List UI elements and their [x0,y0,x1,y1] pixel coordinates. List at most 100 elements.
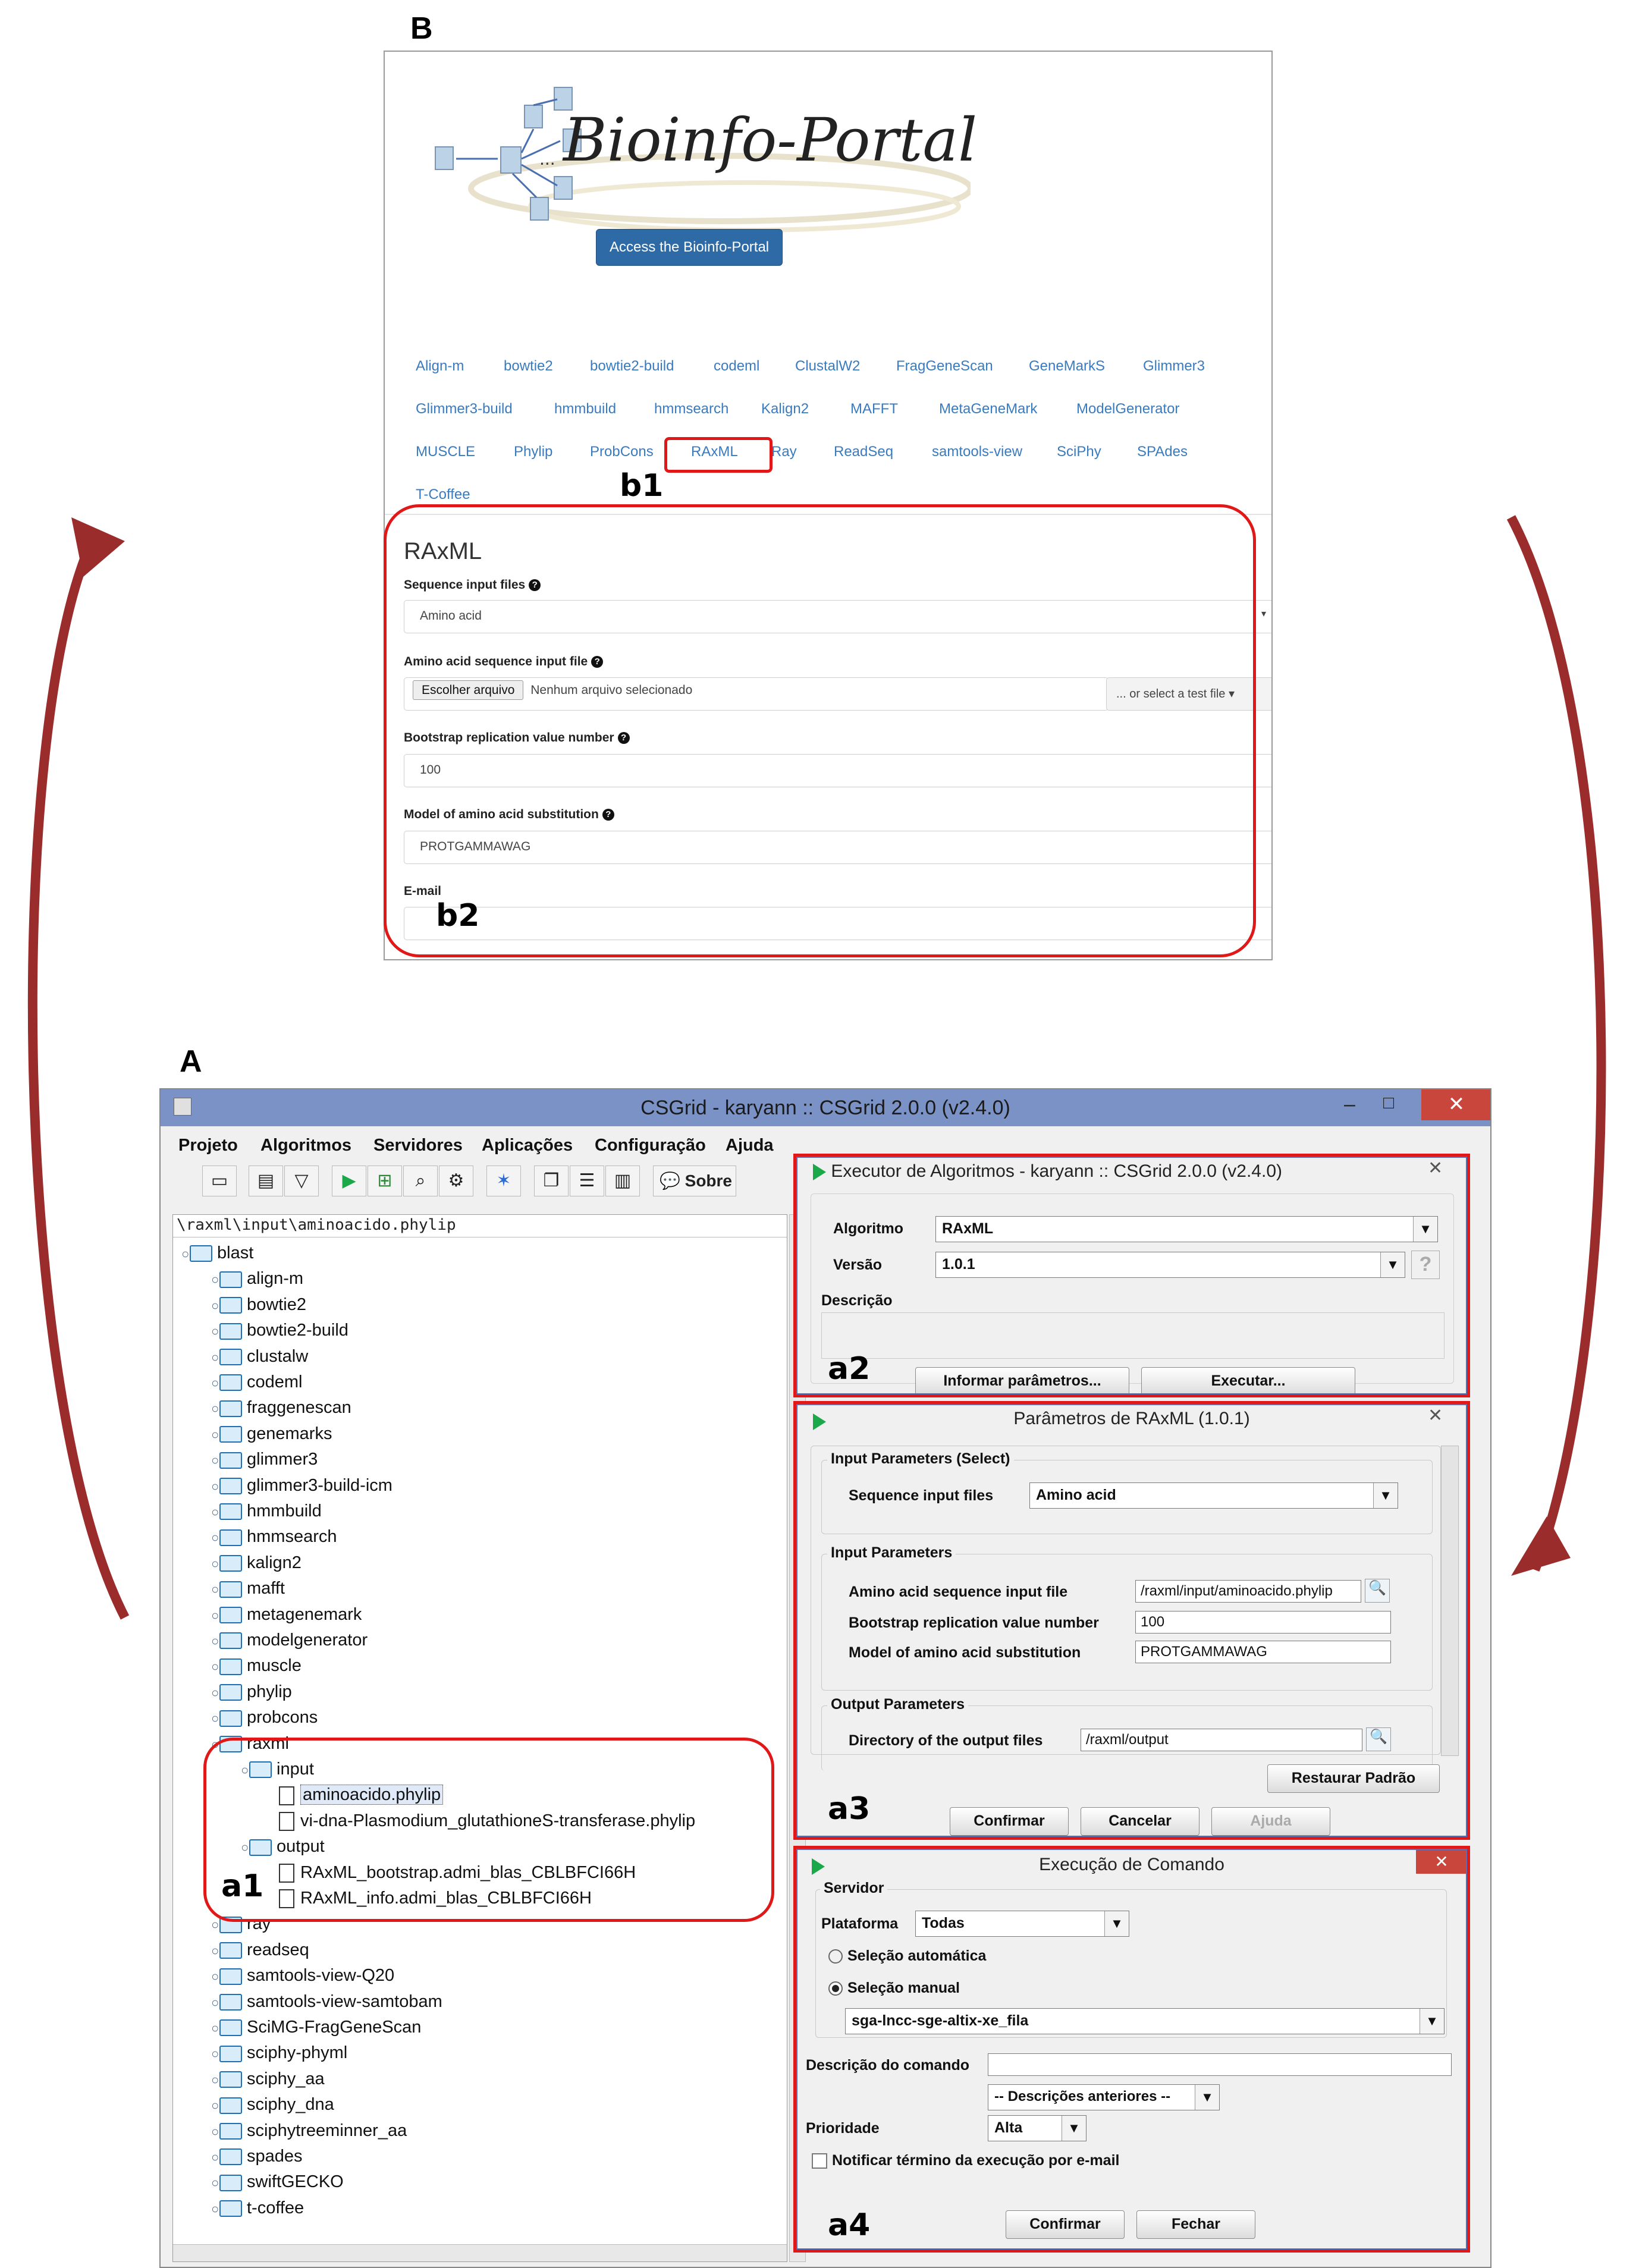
tree-node-handle-icon[interactable]: ○- [211,1552,224,1576]
tool-link[interactable]: bowtie2-build [590,358,674,375]
tree-node-handle-icon[interactable]: ○- [211,1320,224,1343]
tree-folder-item[interactable]: ○- metagenemark [211,1603,362,1626]
menu-item[interactable]: Aplicações [482,1136,573,1155]
tree-node-handle-icon[interactable]: ○- [211,2094,224,2118]
tree-folder-item[interactable]: ○- mafft [211,1576,285,1600]
tree-folder-item[interactable]: ○- clustalw [211,1345,308,1368]
tree-node-handle-icon[interactable]: ○- [211,1423,224,1447]
tool-link[interactable]: ClustalW2 [795,358,860,375]
maximize-icon[interactable]: □ [1383,1093,1394,1113]
tree-folder-item[interactable]: ○- probcons [211,1705,318,1729]
tree-node-handle-icon[interactable]: ○- [211,1681,224,1705]
tree-folder-item[interactable]: ○- readseq [211,1938,309,1962]
tile-horizontal-icon[interactable]: ☰ [570,1166,604,1196]
tree-node-handle-icon[interactable]: ○- [211,1604,224,1628]
tree-folder-item[interactable]: ○- sciphy_aa [211,2067,325,2091]
tree-folder-item[interactable]: ○- sciphytreeminner_aa [211,2119,407,2143]
tree-folder-item[interactable]: ○- spades [211,2144,303,2168]
tree-node-handle-icon[interactable]: ○- [211,1526,224,1550]
about-button[interactable]: 💬 Sobre [653,1166,736,1196]
tool-link[interactable]: T-Coffee [416,486,470,503]
tree-folder-item[interactable]: ○- sciphy_dna [211,2093,334,2116]
tree-folder-item[interactable]: ○- modelgenerator [211,1628,368,1652]
tree-node-handle-icon[interactable]: ○- [211,1655,224,1679]
tree-folder-item[interactable]: ○- t-coffee [211,2196,304,2220]
tree-node-handle-icon[interactable]: ○- [211,2120,224,2144]
flow-icon[interactable]: ⊞ [368,1166,402,1196]
tree-node-handle-icon[interactable]: ○- [211,2016,224,2040]
tree-node-handle-icon[interactable]: ○- [211,1991,224,2015]
menu-item[interactable]: Configuração [595,1136,706,1155]
tool-link[interactable]: MetaGeneMark [939,401,1037,417]
tool-link[interactable]: ProbCons [590,444,654,460]
tree-folder-item[interactable]: ○- muscle [211,1654,302,1678]
menu-item[interactable]: Projeto [178,1136,238,1155]
tree-node-handle-icon[interactable]: ○- [211,1346,224,1369]
tool-link[interactable]: Align-m [416,358,464,375]
tool-link[interactable]: samtools-view [932,444,1022,460]
tree-folder-item[interactable]: ○- genemarks [211,1422,332,1446]
access-portal-button[interactable]: Access the Bioinfo-Portal [596,229,783,266]
horizontal-scrollbar[interactable] [173,2244,787,2261]
tool-link[interactable]: Kalign2 [761,401,809,417]
tree-folder-item[interactable]: ○- bowtie2 [211,1293,306,1317]
tree-folder-item[interactable]: ○- hmmbuild [211,1499,322,1523]
tree-node-handle-icon[interactable]: ○- [211,1371,224,1395]
tree-folder-item[interactable]: ○- swiftGECKO [211,2170,344,2194]
tree-folder-item[interactable]: ○- glimmer3 [211,1447,318,1471]
tree-node-handle-icon[interactable]: ○- [211,2068,224,2092]
tool-link[interactable]: SciPhy [1057,444,1101,460]
tool-link[interactable]: GeneMarkS [1029,358,1105,375]
tree-node-handle-icon[interactable]: ○- [211,1578,224,1601]
tree-node-handle-icon[interactable]: ○- [211,2042,224,2066]
tool-link[interactable]: ReadSeq [834,444,893,460]
tool-link[interactable]: hmmbuild [554,401,616,417]
tree-folder-item[interactable]: ○- glimmer3-build-icm [211,1474,392,1497]
tool-link[interactable]: bowtie2 [504,358,553,375]
tree-folder-item[interactable]: ○- blast [181,1241,253,1265]
tree-node-handle-icon[interactable]: ○- [211,1397,224,1421]
close-icon[interactable]: ✕ [1421,1089,1490,1120]
tool-link[interactable]: Phylip [514,444,552,460]
tile-vertical-icon[interactable]: ▥ [605,1166,640,1196]
tool-link[interactable]: FragGeneScan [896,358,993,375]
tree-folder-item[interactable]: ○- SciMG-FragGeneScan [211,2015,421,2039]
tool-link[interactable]: Ray [771,444,797,460]
tree-folder-item[interactable]: ○- bowtie2-build [211,1318,348,1342]
tool-link[interactable]: SPAdes [1137,444,1188,460]
tree-folder-item[interactable]: ○- sciphy-phyml [211,2041,347,2065]
tree-folder-item[interactable]: ○- hmmsearch [211,1525,337,1548]
tool-link[interactable]: hmmsearch [654,401,728,417]
open-project-icon[interactable]: ▭ [202,1166,237,1196]
tree-folder-item[interactable]: ○- samtools-view-Q20 [211,1964,394,1987]
tree-folder-item[interactable]: ○- kalign2 [211,1551,302,1575]
menu-item[interactable]: Algoritmos [260,1136,351,1155]
tree-folder-item[interactable]: ○- fraggenescan [211,1396,351,1419]
new-file-icon[interactable]: ▤ [249,1166,283,1196]
cascade-icon[interactable]: ❐ [534,1166,569,1196]
tool-link[interactable]: Glimmer3 [1143,358,1205,375]
tree-node-handle-icon[interactable]: ○- [211,2197,224,2221]
tree-node-handle-icon[interactable]: ○- [211,1294,224,1318]
minimize-icon[interactable]: – [1344,1093,1355,1116]
tool-link[interactable]: MUSCLE [416,444,475,460]
tree-node-handle-icon[interactable]: ○- [211,1939,224,1963]
tree-node-handle-icon[interactable]: ○- [211,2171,224,2195]
menu-item[interactable]: Ajuda [726,1136,774,1155]
menu-item[interactable]: Servidores [373,1136,463,1155]
tree-node-handle-icon[interactable]: ○- [211,1629,224,1653]
run-icon[interactable]: ▶ [332,1166,366,1196]
cluster-icon[interactable]: ✶ [486,1166,521,1196]
tree-folder-item[interactable]: ○- codeml [211,1370,303,1394]
tree-folder-item[interactable]: ○- phylip [211,1680,292,1704]
tree-node-handle-icon[interactable]: ○- [211,1707,224,1730]
tree-node-handle-icon[interactable]: ○- [211,1449,224,1472]
tool-link[interactable]: codeml [714,358,759,375]
tool-link[interactable]: ModelGenerator [1076,401,1179,417]
tree-node-handle-icon[interactable]: ○- [211,1500,224,1524]
tool-link[interactable]: MAFFT [850,401,898,417]
tool-link[interactable]: Glimmer3-build [416,401,513,417]
tree-node-handle-icon[interactable]: ○- [181,1242,194,1266]
filter-icon[interactable]: ▽ [284,1166,319,1196]
tree-node-handle-icon[interactable]: ○- [211,2146,224,2169]
